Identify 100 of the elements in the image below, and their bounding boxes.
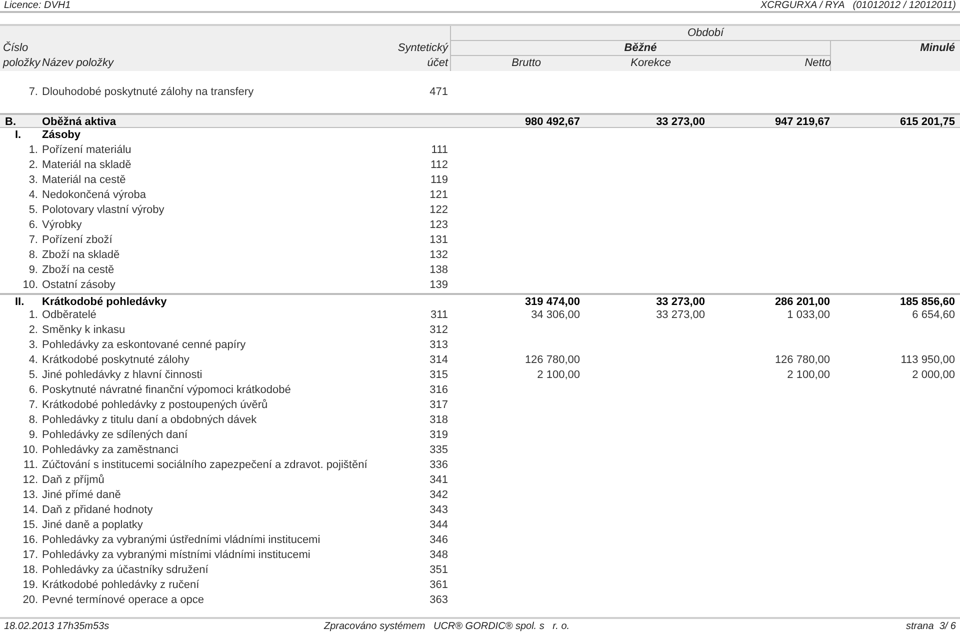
netto-value: 2 100,00 (786, 368, 830, 383)
item-number: 7. (28, 233, 39, 248)
period-header: Období (687, 26, 724, 40)
account-number: 131 (428, 233, 449, 248)
account-number: 313 (428, 338, 449, 353)
footer-processed-by: Zpracováno systémem UCR® GORDIC® spol. s r. o. (324, 620, 571, 634)
item-name: Pevné termínové operace a opce (41, 593, 206, 608)
item-number: 12. (22, 473, 39, 488)
item-name: Pohledávky za eskontované cenné papíry (41, 338, 247, 353)
item-number: 20. (22, 593, 39, 608)
item-number: 8. (28, 248, 39, 263)
account-number: 336 (428, 458, 449, 473)
item-number: 16. (22, 533, 39, 548)
account-number: 363 (428, 593, 449, 608)
account-number: 112 (429, 158, 449, 173)
netto-header: Netto (804, 56, 831, 71)
korekce-value: 33 273,00 (655, 295, 705, 310)
item-name: Krátkodobé poskytnuté zálohy (41, 353, 190, 368)
item-name: Pohledávky za zaměstnanci (41, 443, 180, 458)
account-number: 111 (430, 143, 449, 158)
korekce-header: Korekce (630, 56, 672, 71)
current-period-header: Běžné (624, 41, 657, 55)
brutto-value: 126 780,00 (524, 353, 580, 368)
item-name: Materiál na cestě (41, 173, 127, 188)
item-name: Oběžná aktiva (41, 115, 117, 130)
name-header: Název položky (41, 56, 115, 71)
account-header: účet (426, 56, 450, 71)
page-number: strana 3/ 6 (904, 620, 956, 634)
item-number: 4. (28, 188, 39, 203)
item-name: Jiné přímé daně (41, 488, 122, 503)
account-number: 315 (428, 368, 449, 383)
item-name: Daň z příjmů (41, 473, 106, 488)
item-name: Zásoby (41, 128, 82, 143)
item-name: Daň z přidané hodnoty (41, 503, 154, 518)
netto-value: 286 201,00 (774, 295, 830, 310)
licence-label: Licence: DVH1 (4, 0, 71, 11)
item-name: Krátkodobé pohledávky z ručení (41, 578, 200, 593)
item-number: 8. (28, 413, 39, 428)
item-number: 3. (28, 338, 39, 353)
item-name: Pohledávky za vybranými ústředními vládními institucemi (41, 533, 322, 548)
item-name: Směnky k inkasu (41, 323, 126, 338)
korekce-value: 33 273,00 (655, 115, 705, 130)
item-number: 6. (28, 218, 39, 233)
account-number: 311 (429, 308, 449, 323)
previous-value: 185 856,60 (898, 295, 956, 310)
account-number: 312 (428, 323, 449, 338)
item-number: II. (14, 295, 26, 310)
item-name: Pořízení zboží (41, 233, 114, 248)
previous-value: 2 000,00 (911, 368, 956, 383)
account-number: 318 (428, 413, 449, 428)
brutto-value: 319 474,00 (524, 295, 580, 310)
netto-value: 126 780,00 (774, 353, 830, 368)
item-number: 1. (28, 143, 39, 158)
account-number: 344 (428, 518, 449, 533)
account-number: 138 (428, 263, 449, 278)
item-name: Polotovary vlastní výroby (41, 203, 166, 218)
account-number: 121 (428, 188, 449, 203)
number-header: Číslo (2, 41, 30, 56)
item-name: Materiál na skladě (41, 158, 132, 173)
previous-value: 6 654,60 (911, 308, 956, 323)
item-name: Zboží na skladě (41, 248, 121, 263)
item-number: 9. (28, 428, 39, 443)
account-number: 122 (428, 203, 449, 218)
item-number: 5. (28, 203, 39, 218)
report-code: XCRGURXA / RYA (01012012 / 12012011) (760, 0, 956, 11)
account-number: 335 (428, 443, 449, 458)
item-name: Výrobky (41, 218, 83, 233)
item-number: 11. (22, 458, 39, 473)
item-name: Pohledávky za účastníky sdružení (41, 563, 210, 578)
item-number: 10. (22, 443, 39, 458)
account-number: 343 (428, 503, 449, 518)
account-number: 361 (428, 578, 449, 593)
item-number: 7. (28, 85, 39, 100)
brutto-value: 34 306,00 (530, 308, 580, 323)
item-number: 3. (28, 173, 39, 188)
item-number: B. (4, 115, 17, 130)
item-name: Krátkodobé pohledávky (41, 295, 168, 310)
item-number: 6. (28, 383, 39, 398)
brutto-value: 2 100,00 (536, 368, 580, 383)
item-name: Ostatní zásoby (41, 278, 116, 293)
item-name: Jiné daně a poplatky (41, 518, 144, 533)
netto-value: 947 219,67 (774, 115, 830, 130)
account-number: 317 (428, 398, 449, 413)
item-name: Pohledávky z titulu daní a obdobných dávek (41, 413, 258, 428)
account-number: 341 (428, 473, 449, 488)
previous-value: 113 950,00 (900, 353, 956, 368)
korekce-value: 33 273,00 (655, 308, 705, 323)
item-number: 17. (22, 548, 39, 563)
account-number: 348 (428, 548, 449, 563)
item-number: 13. (22, 488, 39, 503)
item-number: 18. (22, 563, 39, 578)
account-number: 351 (428, 563, 449, 578)
item-name: Poskytnuté návratné finanční výpomoci krátkodobé (41, 383, 292, 398)
account-number: 132 (428, 248, 449, 263)
number-header: položky (2, 56, 40, 71)
item-name: Zúčtování s institucemi sociálního zapezpečení a zdravot. pojištění (41, 458, 368, 473)
account-number: 471 (428, 85, 449, 100)
netto-value: 1 033,00 (786, 308, 830, 323)
item-name: Odběratelé (41, 308, 98, 323)
item-number: I. (14, 128, 22, 143)
